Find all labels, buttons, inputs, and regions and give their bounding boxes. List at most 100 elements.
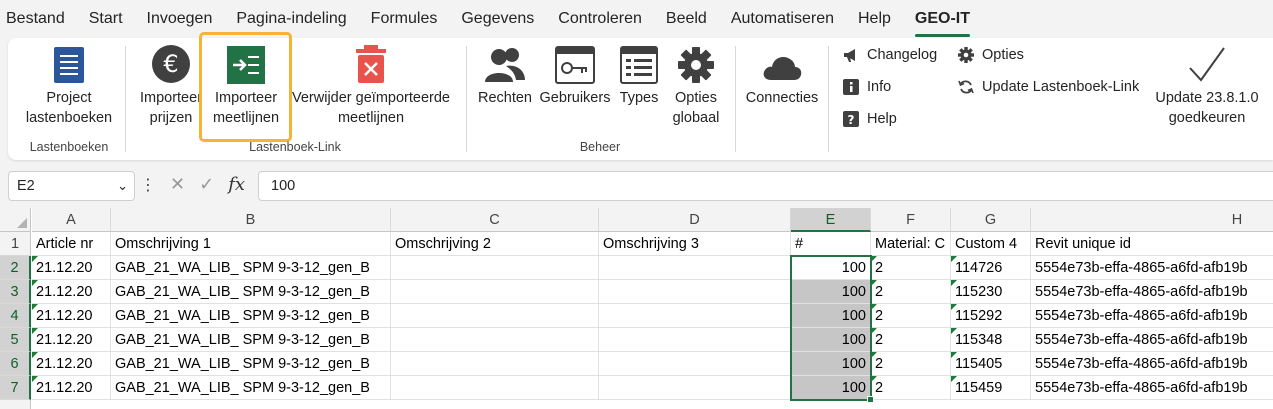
tab-beeld[interactable]: Beeld xyxy=(654,10,719,28)
table-cell[interactable]: 21.12.20 xyxy=(32,352,111,376)
table-cell[interactable]: 21.12.20 xyxy=(32,376,111,400)
types-button[interactable]: Types xyxy=(614,38,664,138)
table-cell[interactable]: 114726 xyxy=(951,256,1031,280)
table-cell[interactable]: 5554e73b-effa-4865-a6fd-afb19b xyxy=(1031,376,1273,400)
table-cell[interactable] xyxy=(391,376,599,400)
cancel-icon[interactable]: ✕ xyxy=(170,174,185,195)
row-header-1[interactable]: 1 xyxy=(0,232,31,256)
header-cell[interactable]: Omschrijving 1 xyxy=(111,232,391,256)
tab-start[interactable]: Start xyxy=(77,10,135,28)
header-cell[interactable]: Article nr xyxy=(32,232,111,256)
table-cell[interactable] xyxy=(391,304,599,328)
spreadsheet-grid[interactable]: A B C D E F G H 1 2 3 4 5 6 7 Article nr Omschrijving 1O… xyxy=(0,208,1273,409)
table-cell[interactable]: 21.12.20 xyxy=(32,280,111,304)
table-cell[interactable]: GAB_21_WA_LIB_ SPM 9-3-12_gen_B xyxy=(111,376,391,400)
importeer-meetlijnen-button[interactable]: Importeer meetlijnen xyxy=(204,38,288,138)
tab-formules[interactable]: Formules xyxy=(359,10,450,28)
more-options-icon[interactable]: ⋮ xyxy=(140,175,156,195)
column-header-e[interactable]: E xyxy=(791,208,871,232)
table-cell[interactable]: 5554e73b-effa-4865-a6fd-afb19b xyxy=(1031,304,1273,328)
tab-gegevens[interactable]: Gegevens xyxy=(449,10,546,28)
table-cell[interactable] xyxy=(599,328,791,352)
help-button[interactable]: ? Help xyxy=(843,111,897,127)
project-lastenboeken-button[interactable]: Project lastenboeken xyxy=(16,38,122,138)
tab-automatiseren[interactable]: Automatiseren xyxy=(719,10,846,28)
table-cell[interactable] xyxy=(391,328,599,352)
tab-help[interactable]: Help xyxy=(846,10,903,28)
tab-bestand[interactable]: Bestand xyxy=(0,10,77,28)
enter-check-icon[interactable]: ✓ xyxy=(199,174,214,195)
column-header-h[interactable]: H xyxy=(1031,208,1273,232)
opties-globaal-button[interactable]: Opties globaal xyxy=(664,38,728,138)
formula-input[interactable]: 100 xyxy=(258,171,1273,201)
row-header-2[interactable]: 2 xyxy=(0,256,31,280)
column-header-c[interactable]: C xyxy=(391,208,599,232)
table-cell[interactable]: 115348 xyxy=(951,328,1031,352)
table-cell[interactable] xyxy=(599,304,791,328)
column-header-d[interactable]: D xyxy=(599,208,791,232)
update-lastenboek-link-button[interactable]: Update Lastenboek-Link xyxy=(958,79,1139,95)
header-cell[interactable]: Omschrijving 3 xyxy=(599,232,791,256)
table-cell[interactable]: 115292 xyxy=(951,304,1031,328)
column-header-f[interactable]: F xyxy=(871,208,951,232)
table-cell[interactable]: 5554e73b-effa-4865-a6fd-afb19b xyxy=(1031,256,1273,280)
header-cell[interactable]: # xyxy=(791,232,871,256)
table-cell[interactable]: 5554e73b-effa-4865-a6fd-afb19b xyxy=(1031,352,1273,376)
table-cell[interactable]: 100 xyxy=(791,376,871,400)
gebruikers-button[interactable]: Gebruikers xyxy=(536,38,614,138)
table-cell[interactable]: 115405 xyxy=(951,352,1031,376)
table-cell[interactable]: 2 xyxy=(871,280,951,304)
table-cell[interactable]: 2 xyxy=(871,328,951,352)
row-header-6[interactable]: 6 xyxy=(0,352,31,376)
table-cell[interactable] xyxy=(599,280,791,304)
header-cell[interactable]: Omschrijving 2 xyxy=(391,232,599,256)
table-cell[interactable]: 100 xyxy=(791,352,871,376)
table-cell[interactable]: 21.12.20 xyxy=(32,256,111,280)
row-header-7[interactable]: 7 xyxy=(0,376,31,400)
table-cell[interactable]: 21.12.20 xyxy=(32,304,111,328)
importeer-prijzen-button[interactable]: € Importeer prijzen xyxy=(135,38,207,138)
select-all-corner[interactable] xyxy=(0,208,31,232)
connecties-button[interactable]: Connecties xyxy=(742,38,822,138)
table-cell[interactable]: GAB_21_WA_LIB_ SPM 9-3-12_gen_B xyxy=(111,256,391,280)
tab-pagina-indeling[interactable]: Pagina-indeling xyxy=(224,10,358,28)
name-box[interactable]: E2 ⌄ xyxy=(8,171,135,201)
opties-button[interactable]: Opties xyxy=(958,47,1024,63)
column-header-a[interactable]: A xyxy=(32,208,111,232)
column-header-b[interactable]: B xyxy=(111,208,391,232)
update-goedkeuren-button[interactable]: Update 23.8.1.0 goedkeuren xyxy=(1152,38,1262,138)
row-header-3[interactable]: 3 xyxy=(0,280,31,304)
header-cell[interactable]: Material: C xyxy=(871,232,951,256)
table-cell[interactable]: 2 xyxy=(871,256,951,280)
row-header-partial[interactable] xyxy=(0,400,31,409)
table-cell[interactable]: GAB_21_WA_LIB_ SPM 9-3-12_gen_B xyxy=(111,280,391,304)
table-cell[interactable] xyxy=(391,256,599,280)
table-cell[interactable]: 2 xyxy=(871,352,951,376)
tab-invoegen[interactable]: Invoegen xyxy=(135,10,225,28)
table-cell[interactable]: 100 xyxy=(791,328,871,352)
table-cell[interactable]: 100 xyxy=(791,304,871,328)
header-cell[interactable]: Revit unique id xyxy=(1031,232,1273,256)
table-cell[interactable] xyxy=(391,280,599,304)
table-cell[interactable]: 115459 xyxy=(951,376,1031,400)
tab-controleren[interactable]: Controleren xyxy=(546,10,654,28)
rechten-button[interactable]: Rechten xyxy=(475,38,535,138)
info-button[interactable]: Info xyxy=(843,79,891,95)
table-cell[interactable] xyxy=(599,376,791,400)
table-cell[interactable]: GAB_21_WA_LIB_ SPM 9-3-12_gen_B xyxy=(111,304,391,328)
row-header-5[interactable]: 5 xyxy=(0,328,31,352)
row-header-4[interactable]: 4 xyxy=(0,304,31,328)
table-cell[interactable] xyxy=(391,352,599,376)
table-cell[interactable]: GAB_21_WA_LIB_ SPM 9-3-12_gen_B xyxy=(111,328,391,352)
verwijder-meetlijnen-button[interactable]: Verwijder geïmporteerde meetlijnen xyxy=(286,38,456,138)
header-cell[interactable]: Custom 4 xyxy=(951,232,1031,256)
changelog-button[interactable]: Changelog xyxy=(843,47,937,63)
table-cell[interactable]: 2 xyxy=(871,304,951,328)
table-cell[interactable]: GAB_21_WA_LIB_ SPM 9-3-12_gen_B xyxy=(111,352,391,376)
chevron-down-icon[interactable]: ⌄ xyxy=(117,178,128,194)
table-cell[interactable]: 100 xyxy=(791,256,871,280)
table-cell[interactable]: 5554e73b-effa-4865-a6fd-afb19b xyxy=(1031,280,1273,304)
tab-geo-it[interactable]: GEO-IT xyxy=(903,10,982,37)
table-cell[interactable]: 21.12.20 xyxy=(32,328,111,352)
table-cell[interactable]: 115230 xyxy=(951,280,1031,304)
